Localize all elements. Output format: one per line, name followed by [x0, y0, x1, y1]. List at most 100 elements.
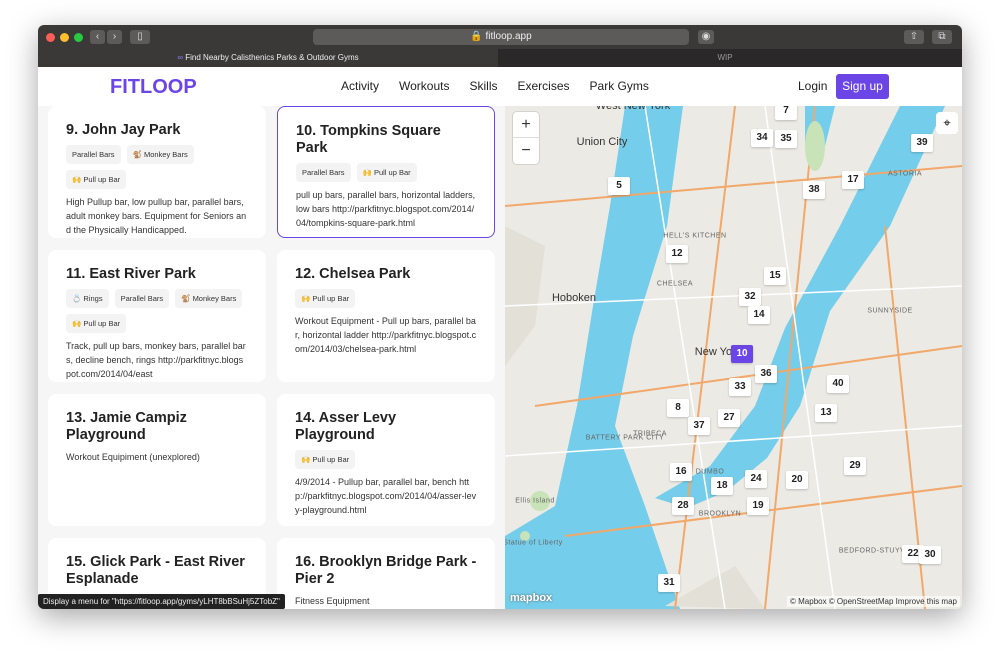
gym-card[interactable]: 16. Brooklyn Bridge Park - Pier 2 Fitness…	[277, 538, 495, 609]
map-marker[interactable]: 28	[672, 497, 694, 515]
privacy-icon[interactable]: ◉	[698, 30, 714, 44]
tag-list: Parallel Bars 🙌 Pull up Bar	[296, 163, 476, 182]
map-marker[interactable]: 24	[745, 470, 767, 488]
map-marker[interactable]: 40	[827, 375, 849, 393]
favicon-icon: ∞	[177, 53, 184, 62]
share-icon[interactable]: ⇧	[904, 30, 924, 44]
nav-activity[interactable]: Activity	[341, 79, 379, 93]
map-marker[interactable]: 19	[747, 497, 769, 515]
gym-title[interactable]: 10. Tompkins Square Park	[296, 123, 476, 157]
map-marker[interactable]: 13	[815, 404, 837, 422]
map[interactable]: West New York Union City Hoboken New York CH…	[505, 106, 962, 609]
equipment-tag: 🙌 Pull up Bar	[66, 314, 127, 333]
map-place-label: Statue of Liberty	[505, 539, 563, 547]
gym-title[interactable]: 14. Asser Levy Playground	[295, 410, 477, 444]
login-link[interactable]: Login	[798, 79, 827, 93]
tabs-overview-icon[interactable]: ⧉	[932, 30, 952, 44]
zoom-out-button[interactable]: −	[513, 138, 539, 164]
map-marker[interactable]: 32	[739, 288, 761, 306]
gym-card[interactable]: 12. Chelsea Park 🙌 Pull up Bar Workout Equ…	[277, 250, 495, 382]
gym-description: Workout Equipiment (unexplored)	[66, 452, 200, 462]
equipment-tag: 🐒 Monkey Bars	[126, 145, 194, 164]
map-place-label: Hoboken	[551, 292, 597, 304]
map-marker[interactable]: 17	[842, 171, 864, 189]
map-marker[interactable]: 36	[755, 365, 777, 383]
back-button[interactable]: ‹	[90, 30, 105, 44]
map-marker[interactable]: 20	[786, 471, 808, 489]
gym-title[interactable]: 11. East River Park	[66, 266, 248, 283]
close-window-button[interactable]	[46, 33, 55, 42]
tab-fitloop[interactable]: ∞ Find Nearby Calisthenics Parks & Outdo…	[38, 49, 498, 67]
map-marker[interactable]: 33	[729, 378, 751, 396]
zoom-in-button[interactable]: +	[513, 112, 539, 138]
map-marker[interactable]: 10	[731, 345, 753, 363]
gym-description: Track, pull up bars, monkey bars, parall…	[66, 341, 246, 379]
gym-card[interactable]: 13. Jamie Campiz Playground Workout Equip…	[48, 394, 266, 526]
gym-card[interactable]: 9. John Jay Park Parallel Bars 🐒 Monkey Ba…	[48, 106, 266, 238]
gym-title[interactable]: 13. Jamie Campiz Playground	[66, 410, 248, 444]
gym-title[interactable]: 16. Brooklyn Bridge Park - Pier 2	[295, 554, 477, 588]
gym-title[interactable]: 15. Glick Park - East River Esplanade	[66, 554, 248, 588]
map-marker[interactable]: 30	[919, 546, 941, 564]
gym-card[interactable]: 11. East River Park 💍 Rings Parallel Bars 🐒…	[48, 250, 266, 382]
map-place-label: SUNNYSIDE	[867, 307, 913, 315]
equipment-tag: Parallel Bars	[114, 289, 170, 308]
tab-wip[interactable]: WIP	[500, 49, 950, 67]
geolocate-icon[interactable]: ⌖	[936, 112, 958, 134]
equipment-tag: 🙌 Pull up Bar	[356, 163, 417, 182]
logo[interactable]: FITLOOP	[110, 76, 197, 99]
map-marker[interactable]: 31	[658, 574, 680, 592]
gym-description: 4/9/2014 - Pullup bar, parallel bar, ben…	[295, 477, 477, 515]
map-marker[interactable]: 5	[608, 177, 630, 195]
nav-park-gyms[interactable]: Park Gyms	[590, 79, 649, 93]
map-marker[interactable]: 27	[718, 409, 740, 427]
gym-title[interactable]: 12. Chelsea Park	[295, 266, 477, 283]
signup-button[interactable]: Sign up	[836, 74, 889, 99]
map-marker[interactable]: 14	[748, 306, 770, 324]
zoom-control: + −	[513, 112, 539, 164]
map-place-label: BATTERY PARK CITY	[585, 434, 665, 442]
map-place-label: HELL'S KITCHEN	[663, 232, 727, 240]
tab-title: WIP	[717, 53, 733, 62]
gym-description: Workout Equipment - Pull up bars, parall…	[295, 316, 477, 354]
tab-bar: ∞ Find Nearby Calisthenics Parks & Outdo…	[38, 49, 962, 67]
tab-title: Find Nearby Calisthenics Parks & Outdoor…	[185, 53, 359, 62]
map-marker[interactable]: 18	[711, 477, 733, 495]
map-place-label: ASTORIA	[887, 170, 923, 178]
map-marker[interactable]: 8	[667, 399, 689, 417]
map-marker[interactable]: 38	[803, 181, 825, 199]
map-marker[interactable]: 35	[775, 130, 797, 148]
map-marker[interactable]: 29	[844, 457, 866, 475]
site-header: FITLOOP Activity Workouts Skills Exercis…	[38, 67, 962, 106]
gym-card[interactable]: 14. Asser Levy Playground 🙌 Pull up Bar 4/…	[277, 394, 495, 526]
map-marker[interactable]: 39	[911, 134, 933, 152]
map-place-label: Ellis Island	[515, 497, 555, 505]
maximize-window-button[interactable]	[74, 33, 83, 42]
equipment-tag: 🙌 Pull up Bar	[66, 170, 127, 189]
main-nav: Activity Workouts Skills Exercises Park …	[341, 79, 649, 93]
map-marker[interactable]: 15	[764, 267, 786, 285]
map-marker[interactable]: 16	[670, 463, 692, 481]
gym-list[interactable]: 9. John Jay Park Parallel Bars 🐒 Monkey Ba…	[38, 106, 505, 609]
map-attribution[interactable]: © Mapbox © OpenStreetMap Improve this ma…	[787, 596, 960, 607]
nav-workouts[interactable]: Workouts	[399, 79, 449, 93]
gym-card[interactable]: 10. Tompkins Square Park Parallel Bars 🙌 P…	[277, 106, 495, 238]
sidebar-toggle-icon[interactable]: ▯	[130, 30, 150, 44]
equipment-tag: 🙌 Pull up Bar	[295, 289, 356, 308]
map-place-label: Union City	[576, 136, 628, 148]
lock-icon: 🔒	[470, 31, 483, 42]
nav-skills[interactable]: Skills	[469, 79, 497, 93]
nav-exercises[interactable]: Exercises	[518, 79, 570, 93]
gym-description: High Pullup bar, low pullup bar, paralle…	[66, 197, 247, 235]
map-marker[interactable]: 7	[775, 106, 797, 120]
forward-button[interactable]: ›	[107, 30, 122, 44]
gym-title[interactable]: 9. John Jay Park	[66, 122, 248, 139]
map-marker[interactable]: 34	[751, 129, 773, 147]
mapbox-logo[interactable]: mapbox	[510, 592, 552, 604]
map-place-label: West New York	[595, 106, 671, 112]
minimize-window-button[interactable]	[60, 33, 69, 42]
map-marker[interactable]: 12	[666, 245, 688, 263]
map-marker[interactable]: 37	[688, 417, 710, 435]
status-bar: Display a menu for "https://fitloop.app/…	[38, 594, 285, 609]
address-bar[interactable]: 🔒 fitloop.app	[313, 29, 689, 45]
